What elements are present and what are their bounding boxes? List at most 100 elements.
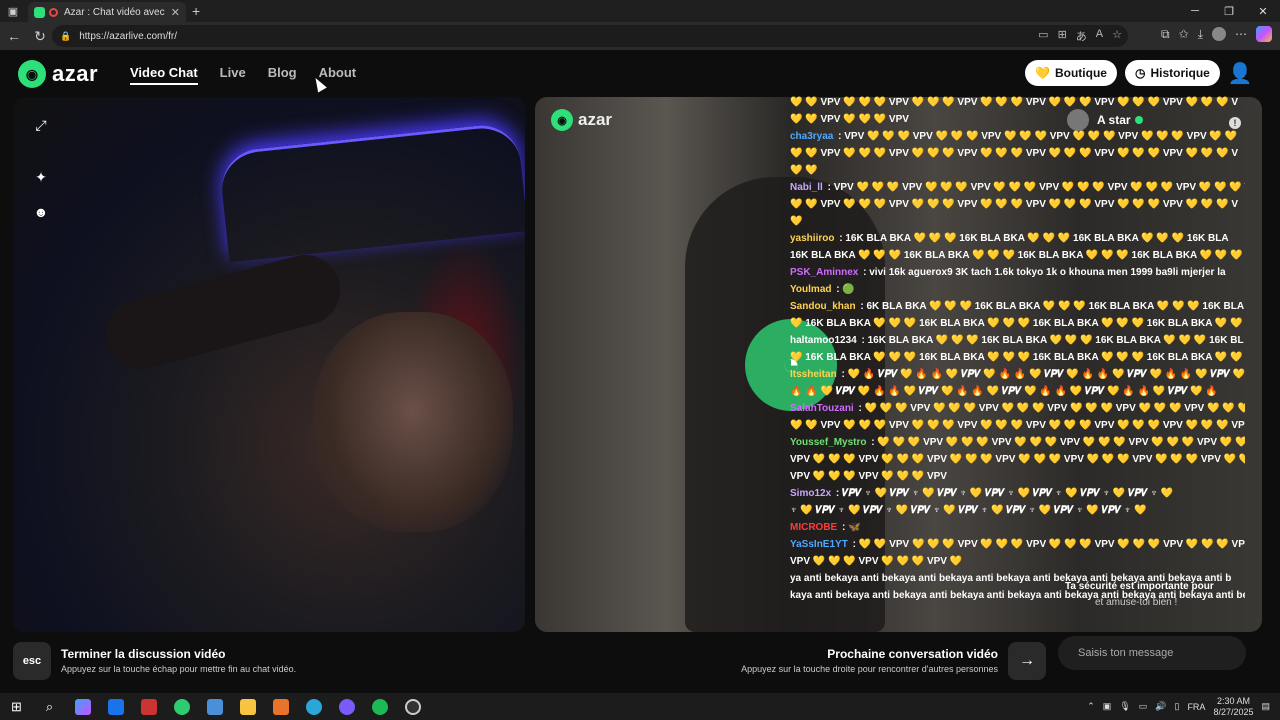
chat-username[interactable]: Youlmad	[790, 284, 831, 295]
url-field[interactable]: 🔒 https://azarlive.com/fr/ ▭ ⊞ あ A ☆	[52, 25, 1128, 47]
maximize-button[interactable]: ❐	[1212, 0, 1246, 22]
chat-text: vivi 16k aguerox9 3K tach 1.6k tokyo 1k …	[869, 267, 1226, 278]
window-controls: ─ ❐ ✕	[1178, 0, 1280, 22]
app-green-icon[interactable]	[165, 693, 198, 720]
historique-button[interactable]: ◷ Historique	[1125, 60, 1220, 86]
back-arrow-icon[interactable]: ←	[2, 28, 26, 44]
nav-about[interactable]: About	[319, 65, 357, 85]
chat-separator: :	[824, 182, 834, 193]
favorite-star-icon[interactable]: ☆	[1112, 28, 1122, 44]
language-indicator[interactable]: FRA	[1187, 702, 1205, 712]
chat-text: 💛 💛 💛 VPV 💛 💛 💛 VPV 💛 💛 💛 VPV 💛 💛 💛 VPV …	[864, 403, 1245, 414]
chat-username[interactable]: haltamoo1234	[790, 335, 857, 346]
chat-username[interactable]: SalahTouzani	[790, 403, 854, 414]
chat-text: 💛 16K BLA BKA 💛 💛 💛 16K BLA BKA 💛 💛 💛 16…	[790, 318, 1245, 329]
downloads-icon[interactable]: ⤓	[1198, 27, 1203, 42]
chat-username[interactable]: Nabi_ll	[790, 182, 823, 193]
chat-username[interactable]: MICROBE	[790, 522, 837, 533]
chat-text: 💛 💛 💛 VPV 💛 💛 💛 VPV 💛 💛 💛 VPV 💛 💛 💛 VPV …	[877, 437, 1245, 448]
chat-message: 💛 💛 VPV 💛 💛 💛 VPV 💛 💛 💛 VPV 💛 💛 💛 VPV 💛 …	[790, 417, 1245, 434]
tray-app-icon[interactable]: ▣	[1103, 701, 1112, 712]
chat-username[interactable]: Sandou_khan	[790, 301, 856, 312]
chat-username[interactable]: Itssheitan	[790, 369, 837, 380]
search-icon[interactable]: ⌕	[33, 693, 66, 720]
new-tab-button[interactable]: +	[192, 3, 200, 19]
chat-message: VPV 💛 💛 💛 VPV 💛 💛 💛 VPV	[790, 468, 1245, 485]
url-text: https://azarlive.com/fr/	[79, 30, 178, 42]
file-explorer-icon[interactable]	[231, 693, 264, 720]
effects-sparkle-icon[interactable]: ✦	[32, 168, 50, 186]
chat-message: Simo12x : 𝑽𝑷𝑽 ♆ 💛 𝑽𝑷𝑽 ♆ 💛 𝑽𝑷𝑽 ♆ 💛 𝑽𝑷𝑽 ♆ …	[790, 485, 1245, 502]
user-profile-icon[interactable]: 👤	[1228, 60, 1253, 86]
nav-blog[interactable]: Blog	[268, 65, 297, 85]
notifications-icon[interactable]: ▤	[1261, 701, 1270, 712]
more-menu-icon[interactable]: ⋯	[1235, 27, 1247, 41]
chat-message: 💛 16K BLA BKA 💛 💛 💛 16K BLA BKA 💛 💛 💛 16…	[790, 349, 1245, 366]
clock-time: 2:30 AM	[1216, 695, 1250, 706]
site-info-icon[interactable]: 🔒	[60, 31, 71, 42]
chat-username[interactable]: YaSsInE1YT	[790, 539, 848, 550]
chat-username[interactable]: PSK_Aminnex	[790, 267, 858, 278]
end-chat-title: Terminer la discussion vidéo	[61, 647, 226, 661]
edge-icon[interactable]	[297, 693, 330, 720]
boutique-button[interactable]: 💛 Boutique	[1025, 60, 1117, 86]
arm-shape	[98, 247, 348, 377]
translate-icon[interactable]: あ	[1076, 28, 1087, 44]
clock[interactable]: 2:30 AM 8/27/2025	[1213, 696, 1253, 718]
esc-key-button[interactable]: esc	[13, 642, 51, 680]
microphone-icon[interactable]: 🎙	[1119, 701, 1130, 712]
start-windows-icon[interactable]: ⊞	[0, 693, 33, 720]
read-aloud-icon[interactable]: A	[1096, 28, 1103, 44]
discord-icon[interactable]	[330, 693, 363, 720]
window-menu-icon[interactable]: ▣	[0, 0, 26, 22]
chat-username[interactable]: Youssef_Mystro	[790, 437, 867, 448]
app-available-icon[interactable]: ⊞	[1058, 28, 1067, 44]
profile-avatar[interactable]	[1212, 27, 1226, 41]
outlook-icon[interactable]	[99, 693, 132, 720]
azar-logo[interactable]: ◉ azar	[18, 60, 98, 88]
next-chat-arrow-button[interactable]: →	[1008, 642, 1046, 680]
recording-icon	[49, 7, 58, 17]
copilot-taskbar-icon[interactable]	[66, 693, 99, 720]
refresh-icon[interactable]: ↻	[28, 28, 52, 45]
tray-chevron-icon[interactable]: ⌃	[1087, 701, 1095, 712]
live-chat-feed[interactable]: 💛 💛 VPV 💛 💛 💛 VPV 💛 💛 💛 VPV 💛 💛 💛 VPV 💛 …	[790, 94, 1245, 629]
chat-username[interactable]: yashiiroo	[790, 233, 834, 244]
chat-message: Nabi_ll : VPV 💛 💛 💛 VPV 💛 💛 💛 VPV 💛 💛 💛 …	[790, 179, 1245, 196]
chat-username[interactable]: Simo12x	[790, 488, 831, 499]
camera-permission-icon[interactable]: ▭	[1038, 28, 1048, 44]
extensions-icon[interactable]: ⧉	[1161, 27, 1170, 42]
obs-icon[interactable]	[396, 693, 429, 720]
copilot-icon[interactable]	[1256, 26, 1272, 42]
spotify-icon[interactable]	[363, 693, 396, 720]
chat-text: 16K BLA BKA 💛 💛 💛 16K BLA BKA 💛 💛 💛 16K …	[790, 250, 1245, 261]
chat-message: ya anti bekaya anti bekaya anti bekaya a…	[790, 570, 1245, 587]
tab-title: Azar : Chat vidéo avec de no	[64, 6, 165, 18]
next-chat-title: Prochaine conversation vidéo	[827, 647, 998, 661]
close-window-button[interactable]: ✕	[1246, 0, 1280, 22]
nav-live[interactable]: Live	[220, 65, 246, 85]
favorites-icon[interactable]: ✩	[1179, 27, 1189, 41]
chat-text: 💛 🔥 𝑽𝑷𝑽 💛 🔥 🔥 💛 𝑽𝑷𝑽 💛 🔥 🔥 💛 𝑽𝑷𝑽 💛 🔥 🔥 💛 …	[847, 369, 1245, 380]
expand-icon[interactable]: ⤢	[32, 116, 50, 134]
network-icon[interactable]: ▭	[1139, 701, 1148, 712]
browser-tab[interactable]: Azar : Chat vidéo avec de no ✕	[28, 2, 186, 22]
chat-text: 16K BLA BKA 💛 💛 💛 16K BLA BKA 💛 💛 💛 16K …	[867, 335, 1244, 346]
chat-text: 🟢	[842, 284, 855, 295]
chat-text: 💛 💛 VPV 💛 💛 💛 VPV 💛 💛 💛 VPV 💛 💛 💛 VPV 💛 …	[790, 97, 1238, 108]
battery-icon[interactable]: ▯	[1174, 701, 1179, 712]
nav-video-chat[interactable]: Video Chat	[130, 65, 198, 85]
chat-username[interactable]: cha3ryaa	[790, 131, 833, 142]
app-orange-icon[interactable]	[264, 693, 297, 720]
minimize-button[interactable]: ─	[1178, 0, 1212, 22]
boutique-label: Boutique	[1054, 66, 1107, 80]
app-icon[interactable]	[132, 693, 165, 720]
mask-face-icon[interactable]: ☻	[32, 203, 50, 221]
chat-text: 💛 💛	[790, 165, 818, 176]
store-icon[interactable]	[198, 693, 231, 720]
volume-icon[interactable]: 🔊	[1155, 701, 1166, 712]
tab-close-button[interactable]: ✕	[171, 6, 180, 19]
chat-message: Youlmad : 🟢	[790, 281, 1245, 298]
message-input[interactable]: Saisis ton message	[1058, 636, 1246, 670]
chat-message: SalahTouzani : 💛 💛 💛 VPV 💛 💛 💛 VPV 💛 💛 💛…	[790, 400, 1245, 417]
